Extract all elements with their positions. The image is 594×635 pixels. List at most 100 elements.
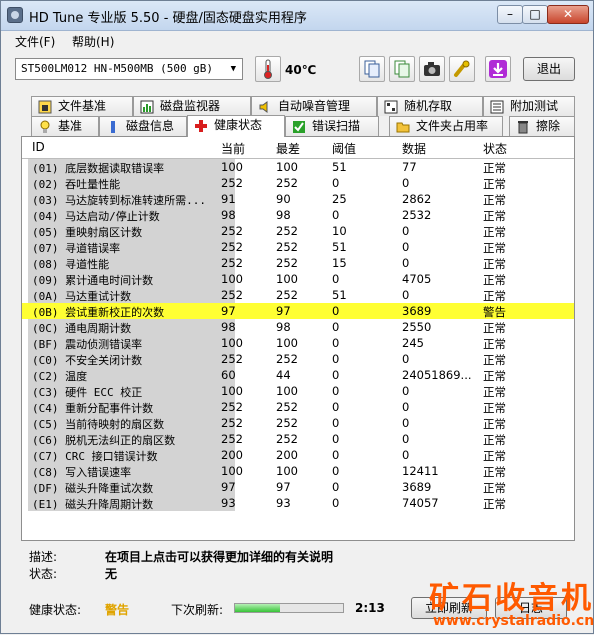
save-download-icon[interactable] (485, 56, 511, 82)
table-row[interactable]: (05) 重映射扇区计数 252 252 10 0 正常 (22, 223, 574, 239)
tab-label: 随机存取 (404, 99, 453, 113)
table-row[interactable]: (C6) 脱机无法纠正的扇区数 252 252 0 0 正常 (22, 431, 574, 447)
column-data[interactable]: 数据 (402, 140, 426, 157)
tab-noise-management[interactable]: 自动噪音管理 (251, 96, 377, 116)
status-value: 警告 (483, 305, 506, 319)
attribute-name: (C0) 不安全关闭计数 (32, 354, 143, 367)
table-row[interactable]: (03) 马达旋转到标准转速所需... 91 90 25 2862 正常 (22, 191, 574, 207)
table-row[interactable]: (07) 寻道错误率 252 252 51 0 正常 (22, 239, 574, 255)
raw-data: 77 (402, 160, 417, 174)
tab-erase[interactable]: 擦除 (509, 116, 575, 136)
raw-data: 0 (402, 352, 410, 366)
table-row[interactable]: (C5) 当前待映射的扇区数 252 252 0 0 正常 (22, 415, 574, 431)
raw-data: 0 (402, 288, 410, 302)
worst-value: 252 (276, 256, 298, 270)
table-row[interactable]: (0B) 尝试重新校正的次数 97 97 0 3689 警告 (22, 303, 574, 319)
table-row[interactable]: (09) 累计通电时间计数 100 100 0 4705 正常 (22, 271, 574, 287)
column-worst[interactable]: 最差 (276, 140, 300, 157)
copy-all-icon[interactable] (389, 56, 415, 82)
table-row[interactable]: (C2) 温度 60 44 0 24051869... 正常 (22, 367, 574, 383)
raw-data: 0 (402, 224, 410, 238)
state-value: 无 (105, 567, 118, 581)
table-row[interactable]: (0A) 马达重试计数 252 252 51 0 正常 (22, 287, 574, 303)
threshold-value: 0 (332, 304, 340, 318)
copy-info-icon[interactable] (359, 56, 385, 82)
menu-file[interactable]: 文件(F) (15, 33, 55, 50)
tab-benchmark[interactable]: 基准 (31, 116, 99, 136)
status-value: 正常 (483, 401, 506, 415)
current-value: 252 (221, 176, 243, 190)
maximize-button[interactable]: □ (522, 5, 548, 24)
drive-select[interactable]: ST500LM012 HN-M500MB (500 gB) ▼ (15, 58, 243, 80)
worst-value: 100 (276, 272, 298, 286)
column-threshold[interactable]: 阈值 (332, 140, 356, 157)
minimize-button[interactable]: – (497, 5, 523, 24)
tab-file-benchmark[interactable]: 文件基准 (31, 96, 133, 116)
table-row[interactable]: (C7) CRC 接口错误计数 200 200 0 0 正常 (22, 447, 574, 463)
table-row[interactable]: (C0) 不安全关闭计数 252 252 0 0 正常 (22, 351, 574, 367)
threshold-value: 0 (332, 448, 340, 462)
tab-disk-info[interactable]: 磁盘信息 (99, 116, 187, 136)
threshold-value: 0 (332, 464, 340, 478)
menu-bar: 文件(F) 帮助(H) (1, 31, 593, 51)
worst-value: 252 (276, 224, 298, 238)
current-value: 93 (221, 496, 236, 510)
options-tools-icon[interactable] (449, 56, 475, 82)
table-row[interactable]: (C4) 重新分配事件计数 252 252 0 0 正常 (22, 399, 574, 415)
table-row[interactable]: (E1) 磁头升降周期计数 93 93 0 74057 正常 (22, 495, 574, 511)
threshold-value: 51 (332, 240, 347, 254)
worst-value: 252 (276, 400, 298, 414)
chevron-down-icon: ▼ (230, 64, 236, 74)
raw-data: 74057 (402, 496, 439, 510)
table-row[interactable]: (BF) 震动侦测错误率 100 100 0 245 正常 (22, 335, 574, 351)
table-row[interactable]: (C8) 写入错误速率 100 100 0 12411 正常 (22, 463, 574, 479)
table-row[interactable]: (DF) 磁头升降重试次数 97 97 0 3689 正常 (22, 479, 574, 495)
menu-help[interactable]: 帮助(H) (72, 33, 114, 50)
column-current[interactable]: 当前 (221, 140, 245, 157)
screenshot-camera-icon[interactable] (419, 56, 445, 82)
status-value: 正常 (483, 337, 506, 351)
tab-label: 错误扫描 (312, 119, 361, 133)
description-label: 描述: (29, 550, 58, 564)
threshold-value: 15 (332, 256, 347, 270)
title-bar[interactable]: HD Tune 专业版 5.50 - 硬盘/固态硬盘实用程序 – □ ✕ (1, 1, 593, 31)
tab-health[interactable]: 健康状态 (187, 115, 285, 137)
attribute-name: (05) 重映射扇区计数 (32, 226, 143, 239)
threshold-value: 51 (332, 288, 347, 302)
threshold-value: 0 (332, 416, 340, 430)
raw-data: 0 (402, 448, 410, 462)
tab-folder-usage[interactable]: 文件夹占用率 (389, 116, 503, 136)
attribute-name: (C7) CRC 接口错误计数 (32, 450, 158, 463)
raw-data: 245 (402, 336, 424, 350)
raw-data: 0 (402, 384, 410, 398)
current-value: 97 (221, 480, 236, 494)
worst-value: 93 (276, 496, 291, 510)
status-value: 正常 (483, 433, 506, 447)
worst-value: 200 (276, 448, 298, 462)
current-value: 252 (221, 352, 243, 366)
tab-label: 健康状态 (214, 118, 263, 132)
table-row[interactable]: (08) 寻道性能 252 252 15 0 正常 (22, 255, 574, 271)
current-value: 97 (221, 304, 236, 318)
table-row[interactable]: (C3) 硬件 ECC 校正 100 100 0 0 正常 (22, 383, 574, 399)
table-row[interactable]: (04) 马达启动/停止计数 98 98 0 2532 正常 (22, 207, 574, 223)
exit-button[interactable]: 退出 (523, 57, 575, 81)
thermometer-icon[interactable] (255, 56, 281, 82)
worst-value: 97 (276, 304, 291, 318)
close-button[interactable]: ✕ (547, 5, 589, 24)
tab-error-scan[interactable]: 错误扫描 (285, 116, 379, 136)
threshold-value: 51 (332, 160, 347, 174)
state-label: 状态: (29, 567, 58, 581)
table-row[interactable]: (0C) 通电周期计数 98 98 0 2550 正常 (22, 319, 574, 335)
column-id[interactable]: ID (32, 140, 45, 154)
table-row[interactable]: (02) 吞吐量性能 252 252 0 0 正常 (22, 175, 574, 191)
table-row[interactable]: (01) 底层数据读取错误率 100 100 51 77 正常 (22, 159, 574, 175)
column-status[interactable]: 状态 (483, 140, 507, 157)
refresh-timer: 2:13 (355, 601, 385, 615)
tab-extra-tests[interactable]: 附加测试 (483, 96, 575, 116)
raw-data: 12411 (402, 464, 439, 478)
tab-disk-monitor[interactable]: 磁盘监视器 (133, 96, 251, 116)
health-table: ID 当前 最差 阈值 数据 状态 (01) 底层数据读取错误率 100 100 51… (21, 136, 575, 541)
threshold-value: 0 (332, 432, 340, 446)
tab-random-access[interactable]: 随机存取 (377, 96, 483, 116)
